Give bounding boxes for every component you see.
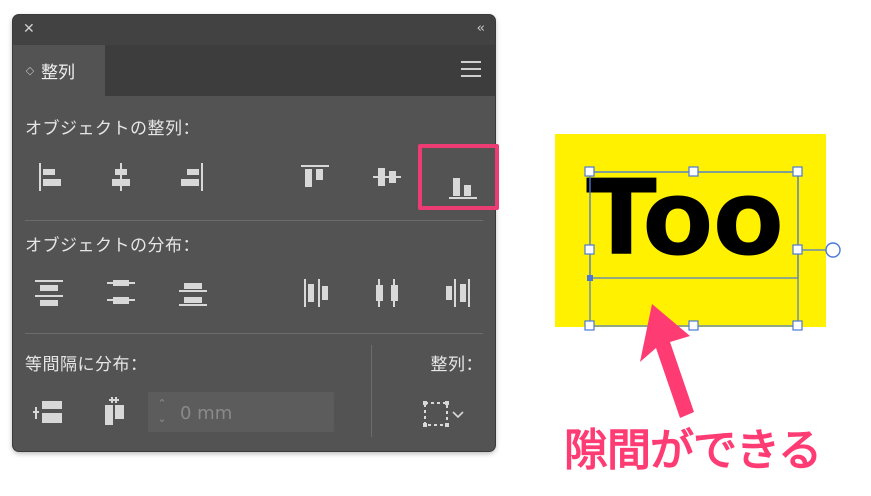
align-right-button[interactable] [171,157,215,197]
spacing-value-field[interactable]: ⌃ ⌄ [148,392,334,432]
align-left-edge-icon [39,163,61,191]
distribute-right-icon [446,279,470,307]
distribute-top-button[interactable] [27,273,71,313]
highlight-box [418,144,499,210]
align-panel: ✕ ‹‹ ◇ 整列 オブジェクトの整列： オブジェクトの分布： 等間隔に分布： … [13,15,495,451]
panel-title-bar: ✕ ‹‹ [13,15,495,45]
panel-tab-row: ◇ 整列 [13,45,495,96]
align-top-button[interactable] [293,157,337,197]
distribute-left-button[interactable] [293,273,337,313]
vertical-divider [371,345,372,437]
vertical-distribute-space-icon [33,401,62,423]
distribute-top-icon [35,280,63,306]
distribute-horizontal-center-icon [376,279,398,307]
sample-text[interactable]: Too [586,158,784,278]
distribute-right-button[interactable] [437,273,481,313]
spacing-stepper-icon[interactable]: ⌃ ⌄ [154,396,170,428]
distribute-horizontal-center-button[interactable] [365,273,409,313]
align-objects-label: オブジェクトの整列： [25,119,200,139]
tab-align[interactable]: ◇ 整列 [13,45,105,96]
align-to-selection-icon [423,401,464,427]
hamburger-menu-icon[interactable] [461,61,481,77]
align-left-button[interactable] [27,157,71,197]
distribute-vertical-center-button[interactable] [99,273,143,313]
section-divider [25,333,483,334]
distribute-objects-label: オブジェクトの分布： [25,236,200,256]
align-top-edge-icon [301,165,329,187]
horizontal-distribute-space-icon [105,397,124,425]
align-to-label: 整列： [430,355,483,375]
vertical-distribute-space-button[interactable] [27,393,71,433]
align-horizontal-center-button[interactable] [99,157,143,197]
tab-chevron-icon[interactable]: ◇ [23,64,37,77]
align-right-edge-icon [181,163,203,191]
tab-label: 整列 [41,63,75,83]
rotate-handle-icon [825,242,841,258]
distribute-left-icon [304,279,328,307]
distribute-spacing-label: 等間隔に分布： [25,355,148,375]
spacing-input[interactable] [178,398,332,428]
close-icon[interactable]: ✕ [23,19,35,39]
align-to-dropdown[interactable] [415,395,473,435]
annotation-caption: 隙間ができる [564,425,822,476]
section-divider [25,220,483,221]
distribute-bottom-button[interactable] [171,273,215,313]
align-horizontal-center-icon [112,163,130,191]
horizontal-distribute-space-button[interactable] [91,393,135,433]
align-vertical-center-icon [373,168,401,186]
distribute-vertical-center-icon [107,280,135,304]
align-vertical-center-button[interactable] [365,157,409,197]
distribute-bottom-icon [179,283,207,306]
collapse-panel-icon[interactable]: ‹‹ [477,19,486,39]
